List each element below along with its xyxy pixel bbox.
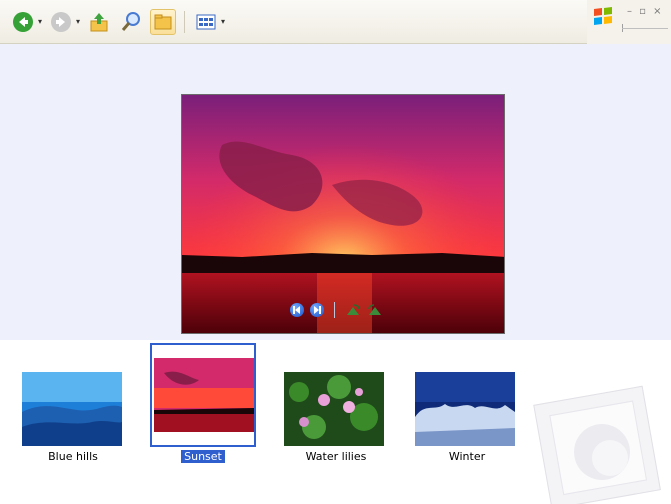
- rotate-clockwise-icon[interactable]: [345, 303, 361, 317]
- previous-image-icon: [293, 306, 300, 314]
- thumbnail-blue-hills[interactable]: [22, 355, 126, 459]
- thumbnail-image: [22, 372, 122, 446]
- rotate-counterclockwise-icon[interactable]: [367, 303, 383, 317]
- thumbnail-label: Winter: [448, 450, 486, 463]
- views-dropdown[interactable]: ▾: [221, 17, 225, 26]
- back-dropdown[interactable]: ▾: [38, 17, 42, 26]
- up-button[interactable]: [86, 9, 112, 35]
- thumbnail-image: [415, 372, 515, 446]
- preview-controls: [290, 302, 383, 318]
- folders-icon: [154, 14, 172, 29]
- previous-image-button[interactable]: [290, 303, 304, 317]
- next-image-icon: [314, 306, 321, 314]
- windows-logo-icon: [594, 7, 612, 25]
- toolbar-separator: [184, 10, 186, 33]
- thumbnail-water-lilies[interactable]: [284, 355, 388, 459]
- back-arrow-icon: [13, 11, 33, 32]
- thumbnail-label-selected: Sunset: [148, 450, 258, 463]
- next-image-button[interactable]: [310, 303, 324, 317]
- forward-arrow-icon: [51, 11, 72, 32]
- thumbnail-winter[interactable]: [415, 355, 519, 459]
- search-button[interactable]: [118, 9, 144, 35]
- thumbnail-label: Blue hills: [48, 450, 98, 463]
- image-preview-pane: [0, 44, 671, 340]
- toolbar: ▾ ▾ ▾: [0, 0, 587, 44]
- controls-separator: [334, 302, 335, 318]
- scroll-track[interactable]: [622, 28, 668, 29]
- thumbnail-image: [284, 372, 384, 446]
- folders-button[interactable]: [150, 8, 177, 35]
- views-button[interactable]: [193, 9, 219, 35]
- views-icon: [196, 14, 216, 29]
- preview-image: [181, 94, 505, 334]
- thumbnail-sunset[interactable]: [150, 343, 256, 447]
- search-icon: [121, 11, 141, 31]
- filmstrip: Blue hills Sunset Water lilies Winter: [0, 340, 671, 504]
- forward-dropdown[interactable]: ▾: [76, 17, 80, 26]
- up-folder-icon: [90, 12, 108, 31]
- back-button[interactable]: [10, 9, 36, 35]
- folder-watermark-graphic: [533, 385, 661, 504]
- thumbnail-image: [154, 358, 254, 432]
- forward-button[interactable]: [48, 9, 74, 35]
- thumbnail-label: Water lilies: [305, 450, 367, 463]
- window-controls[interactable]: – ▫ ×: [627, 6, 664, 17]
